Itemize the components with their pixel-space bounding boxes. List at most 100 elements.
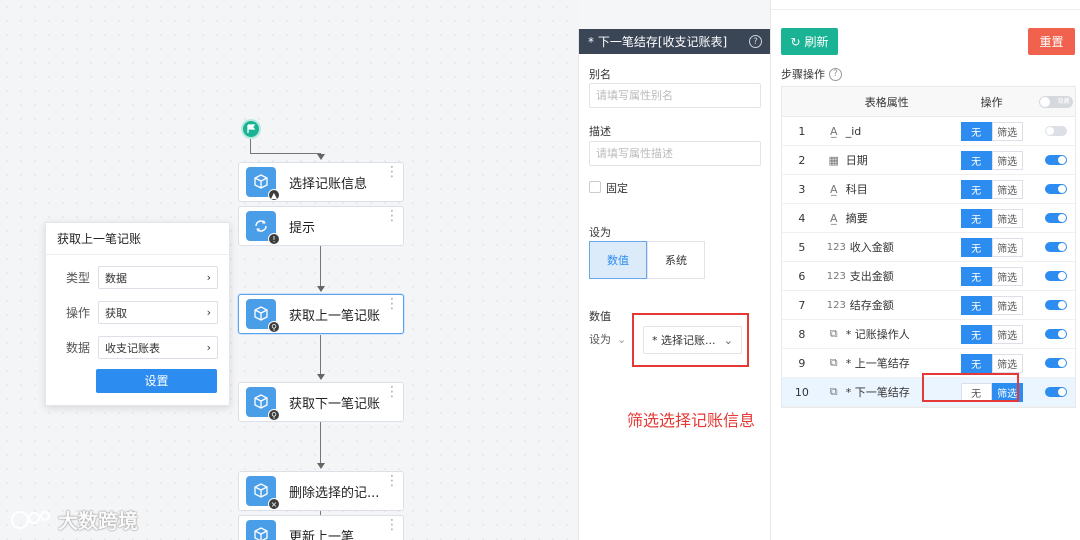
highlight-box [632,313,749,367]
table-row[interactable]: 8 ⧉ * 记账操作人 无 筛选 [782,320,1075,349]
op-toggle: 无 筛选 [960,121,1023,141]
table-row[interactable]: 3 A̲ 科目 无 筛选 [782,175,1075,204]
desc-input[interactable]: 请填写属性描述 [589,141,761,166]
fixed-label: 固定 [606,182,628,195]
search-icon: ⚲ [268,409,280,421]
row-label: 类型 [66,271,91,285]
refresh-button[interactable]: ↻ 刷新 [781,28,838,55]
reset-button[interactable]: 重置 [1028,28,1075,55]
row-attr: A̲ _id [822,125,947,138]
link-type-icon: ⧉ [829,356,838,369]
chevron-right-icon: › [206,306,211,319]
op-none-button[interactable]: 无 [960,150,992,170]
op-filter-button[interactable]: 筛选 [991,150,1023,170]
type-select[interactable]: 数据 › [98,266,218,289]
fixed-checkbox[interactable] [589,181,601,193]
connector-arrow [317,463,325,469]
more-icon[interactable]: ⋮ [385,297,399,311]
steps-label: 步骤操作 ? [781,66,842,82]
settings-button[interactable]: 设置 [96,369,217,393]
row-toggle[interactable] [1044,358,1067,368]
op-filter-button[interactable]: 筛选 [991,324,1023,344]
op-none-button[interactable]: 无 [960,266,992,286]
text-type-icon: A̲ [829,124,838,138]
row-toggle[interactable] [1044,242,1067,252]
system-option[interactable]: 系统 [647,241,705,279]
action-select[interactable]: 获取 › [98,301,218,324]
row-toggle[interactable] [1044,329,1067,339]
more-icon[interactable]: ⋮ [385,385,399,399]
data-select[interactable]: 收支记账表 › [98,336,218,359]
row-attr: A̲ 摘要 [822,210,947,226]
op-toggle: 无 筛选 [960,179,1023,199]
popup-row-action: 操作 获取 › [66,301,218,324]
table-row[interactable]: 1 A̲ _id 无 筛选 [782,117,1075,146]
table-row[interactable]: 2 ▦ 日期 无 筛选 [782,146,1075,175]
op-none-button[interactable]: 无 [960,237,992,257]
number-type-icon: 123 [826,241,846,253]
more-icon[interactable]: ⋮ [385,518,399,532]
flow-node[interactable]: ! 提示 ⋮ [238,206,404,246]
attr-name: _id [845,124,862,138]
op-none-button[interactable]: 无 [960,121,992,141]
more-icon[interactable]: ⋮ [385,209,399,223]
value-option[interactable]: 数值 [589,241,647,279]
attr-name: 科目 [845,183,868,196]
start-node[interactable] [241,119,261,139]
op-filter-button[interactable]: 筛选 [991,237,1023,257]
search-icon: ⚲ [268,321,280,333]
op-none-button[interactable]: 无 [960,324,992,344]
desc-label: 描述 [589,125,611,138]
op-filter-button[interactable]: 筛选 [991,266,1023,286]
row-toggle[interactable] [1044,300,1067,310]
link-type-icon: ⧉ [829,327,838,340]
op-filter-button[interactable]: 筛选 [991,179,1023,199]
row-label: 数据 [66,341,91,355]
op-none-button[interactable]: 无 [960,295,992,315]
row-toggle[interactable] [1044,271,1067,281]
row-toggle[interactable] [1044,155,1067,165]
row-index: 2 [798,153,806,167]
number-type-icon: 123 [826,299,846,311]
flow-node[interactable]: ▲ 选择记账信息 ⋮ [238,162,404,202]
table-row[interactable]: 7 123 结存金额 无 筛选 [782,291,1075,320]
alias-input[interactable]: 请填写属性别名 [589,83,761,108]
attr-name: * 下一笔结存 [845,386,910,399]
header-op: 操作 [980,95,1003,109]
flow-node[interactable]: ⚲ 获取下一笔记账 ⋮ [238,382,404,422]
help-icon[interactable]: ? [829,67,842,81]
row-toggle[interactable] [1044,184,1067,194]
table-row[interactable]: 4 A̲ 摘要 无 筛选 [782,204,1075,233]
node-label: 更新上一笔 [289,529,355,540]
flow-canvas[interactable]: ▲ 选择记账信息 ⋮ ! 提示 ⋮ ⚲ 获取上一笔记账 ⋮ ⚲ 获取下一笔记账 … [0,0,578,540]
setas-select[interactable]: 设为 ⌄ [589,325,626,353]
chevron-right-icon: › [206,341,211,354]
property-panel-header: * 下一笔结存[收支记账表] ? [579,29,770,54]
op-filter-button[interactable]: 筛选 [991,295,1023,315]
row-toggle[interactable] [1044,126,1067,136]
more-icon[interactable]: ⋮ [385,165,399,179]
attr-name: * 记账操作人 [845,328,910,341]
flow-node-selected[interactable]: ⚲ 获取上一笔记账 ⋮ [238,294,404,334]
cube-icon: ⚲ [246,299,280,333]
op-none-button[interactable]: 无 [960,179,992,199]
flow-node[interactable]: 更新上一笔 ⋮ [238,515,404,540]
header-attr: 表格属性 [864,95,909,109]
op-filter-button[interactable]: 筛选 [991,121,1023,141]
flow-node[interactable]: × 删除选择的记... ⋮ [238,471,404,511]
help-icon[interactable]: ? [749,35,762,48]
row-toggle[interactable] [1044,213,1067,223]
op-filter-button[interactable]: 筛选 [991,208,1023,228]
connector-line [250,139,251,153]
op-none-button[interactable]: 无 [960,208,992,228]
table-row[interactable]: 5 123 收入金额 无 筛选 [782,233,1075,262]
hide-all-toggle[interactable]: 隐藏 [1038,95,1073,108]
more-icon[interactable]: ⋮ [385,474,399,488]
row-index: 6 [798,269,806,283]
table-row[interactable]: 6 123 支出金额 无 筛选 [782,262,1075,291]
row-attr: ▦ 日期 [822,152,947,168]
op-filter-button[interactable]: 筛选 [991,353,1023,373]
text-type-icon: A̲ [829,182,838,196]
row-toggle[interactable] [1044,387,1067,397]
op-none-button[interactable]: 无 [960,353,992,373]
